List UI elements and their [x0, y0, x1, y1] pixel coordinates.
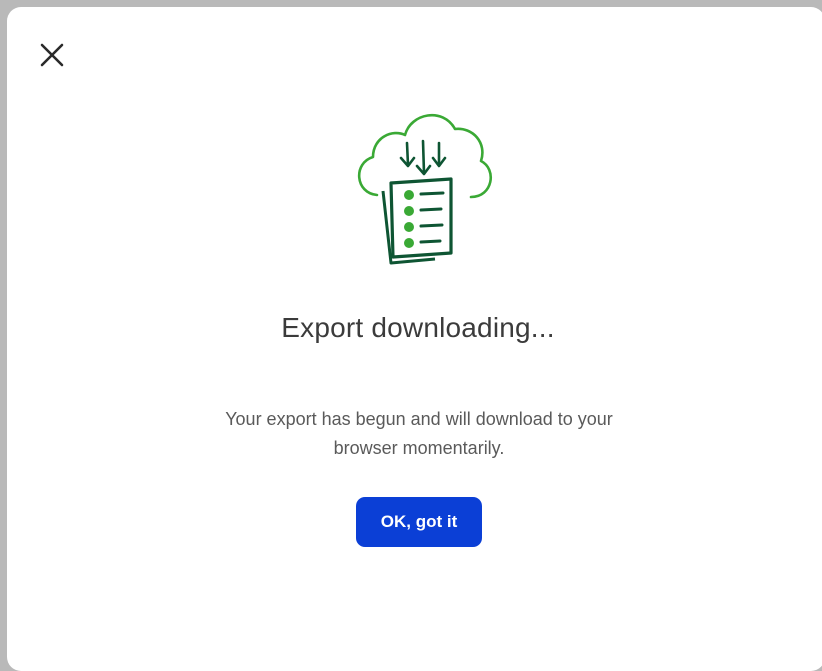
dialog-message: Your export has begun and will download …: [225, 409, 613, 458]
close-icon: [40, 43, 64, 67]
dialog-title: Export downloading...: [281, 312, 555, 343]
cloud-download-document-icon: [357, 113, 492, 265]
export-dialog: Export downloading... Your export has be…: [7, 7, 822, 671]
ok-got-it-button[interactable]: OK, got it: [356, 497, 482, 547]
close-button[interactable]: [36, 39, 68, 71]
